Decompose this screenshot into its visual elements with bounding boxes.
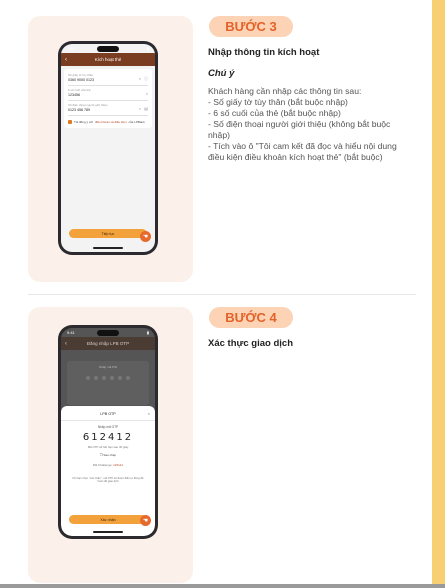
card-last6-value: 123456 xyxy=(68,93,80,97)
right-edge-strip xyxy=(432,0,445,588)
step3-description: Khách hàng cần nhập các thông tin sau: -… xyxy=(208,86,413,163)
pin-dot xyxy=(126,376,130,380)
confirm-button[interactable]: Xác nhận xyxy=(69,515,147,524)
activation-screen: 9:41 ▮ ‹ Kích hoạt thẻ Số giấy tờ tùy th… xyxy=(61,44,155,252)
pin-dot xyxy=(86,376,90,380)
consent-prefix: Tôi đồng ý với xyxy=(74,120,93,124)
otp-note: Khi bạn chọn "xác nhận", mã OTP sẽ được … xyxy=(72,476,144,484)
phone-notch xyxy=(97,46,119,52)
otp-label: Nhập mã OTP xyxy=(97,424,119,429)
otp-bottom-sheet: LPB OTP × Nhập mã OTP 612412 Mã OTP sẽ h… xyxy=(61,406,155,536)
referrer-phone-field[interactable]: Số điện thoại người giới thiệu 0123 456 … xyxy=(68,101,148,116)
otp-timer: Mã OTP sẽ hết hạn sau 30 giây xyxy=(87,444,129,449)
desc-line: - Số điện thoại người giới thiệu (không … xyxy=(208,119,391,140)
copy-label: Sao chép xyxy=(103,452,117,457)
card-last6-label: 6 số cuối của thẻ xyxy=(68,88,91,92)
activation-form: Số giấy tờ tùy thân 0360 9000 0123 × ⓘ 6… xyxy=(64,69,152,128)
bottom-edge-strip xyxy=(0,584,445,588)
step4-badge: BƯỚC 4 xyxy=(209,307,293,328)
clear-icon[interactable]: × xyxy=(139,106,141,111)
step3-badge: BƯỚC 3 xyxy=(209,16,293,37)
desc-line: - Tích vào ô "Tôi cam kết đã đọc và hiểu… xyxy=(208,141,397,162)
continue-button[interactable]: Tiếp tục xyxy=(69,229,147,238)
tap-hand-icon: ☚ xyxy=(140,515,151,526)
otp-sheet-title: LPB OTP xyxy=(100,412,116,416)
pin-dot xyxy=(94,376,98,380)
challenge-row: Mã Challenge: 123141 xyxy=(61,463,155,467)
consent-checkbox[interactable] xyxy=(68,120,72,124)
desc-line: - 6 số cuối của thẻ (bắt buộc nhập) xyxy=(208,108,341,118)
id-number-label: Số giấy tờ tùy thân xyxy=(68,73,94,77)
status-time: 9:41 xyxy=(67,330,75,335)
step3-title: Nhập thông tin kích hoạt xyxy=(208,47,320,58)
referrer-phone-label: Số điện thoại người giới thiệu xyxy=(68,103,108,107)
back-arrow-icon[interactable]: ‹ xyxy=(65,341,67,347)
phone-mockup-activation: 9:41 ▮ ‹ Kích hoạt thẻ Số giấy tờ tùy th… xyxy=(58,41,158,255)
section-divider xyxy=(28,294,416,295)
consent-suffix: của LPBank xyxy=(128,120,145,124)
pin-dot xyxy=(110,376,114,380)
step4-title: Xác thực giao dịch xyxy=(208,338,294,349)
copy-otp-button[interactable]: ❐ Sao chép xyxy=(61,453,155,457)
sheet-divider xyxy=(61,420,155,421)
close-icon[interactable]: × xyxy=(148,411,150,416)
battery-icon: ▮ xyxy=(146,330,149,335)
otp-screen: 9:41 ▮ ‹ Đăng nhập LPB OTP Nhập mã PIN L… xyxy=(61,328,155,536)
status-time: 9:41 xyxy=(67,46,75,51)
guide-page: 9:41 ▮ ‹ Kích hoạt thẻ Số giấy tờ tùy th… xyxy=(0,0,432,588)
otp-app-bar: ‹ Đăng nhập LPB OTP xyxy=(61,337,155,350)
otp-sheet-header: LPB OTP × xyxy=(61,406,155,416)
consent-row[interactable]: Tôi đồng ý với điều khoản và điều kiện c… xyxy=(68,116,148,126)
otp-screen-title: Đăng nhập LPB OTP xyxy=(86,341,130,346)
id-number-field[interactable]: Số giấy tờ tùy thân 0360 9000 0123 × ⓘ xyxy=(68,71,148,86)
step4-illustration-card: 9:41 ▮ ‹ Đăng nhập LPB OTP Nhập mã PIN L… xyxy=(28,307,193,583)
challenge-label: Mã Challenge: xyxy=(92,462,113,467)
info-icon[interactable]: ⓘ xyxy=(144,76,148,82)
tap-hand-icon: ☚ xyxy=(140,231,151,242)
phone-notch xyxy=(97,330,119,336)
clear-icon[interactable]: × xyxy=(139,76,141,81)
activation-screen-title: Kích hoạt thẻ xyxy=(94,57,122,62)
otp-code: 612412 xyxy=(82,431,134,443)
pin-entry-panel: Nhập mã PIN xyxy=(67,361,149,405)
home-indicator xyxy=(93,531,123,533)
clear-icon[interactable]: × xyxy=(146,91,148,96)
home-indicator xyxy=(93,247,123,249)
step3-illustration-card: 9:41 ▮ ‹ Kích hoạt thẻ Số giấy tờ tùy th… xyxy=(28,16,193,282)
pin-dot xyxy=(118,376,122,380)
contacts-icon[interactable]: ▤ xyxy=(144,106,148,111)
desc-line: Khách hàng cần nhập các thông tin sau: xyxy=(208,86,362,96)
back-arrow-icon[interactable]: ‹ xyxy=(65,57,67,63)
pin-prompt: Nhập mã PIN xyxy=(98,365,117,369)
referrer-phone-value: 0123 456 789 xyxy=(68,108,90,112)
terms-link[interactable]: điều khoản và điều kiện xyxy=(95,120,127,124)
step3-note-label: Chú ý xyxy=(208,68,235,79)
id-number-value: 0360 9000 0123 xyxy=(68,78,94,82)
desc-line: - Số giấy tờ tùy thân (bắt buộc nhập) xyxy=(208,97,348,107)
battery-icon: ▮ xyxy=(146,46,149,51)
activation-app-bar: ‹ Kích hoạt thẻ xyxy=(61,53,155,66)
pin-dot xyxy=(102,376,106,380)
card-last6-field[interactable]: 6 số cuối của thẻ 123456 × xyxy=(68,86,148,101)
challenge-value: 123141 xyxy=(113,462,124,467)
pin-dots xyxy=(67,376,149,380)
phone-mockup-otp: 9:41 ▮ ‹ Đăng nhập LPB OTP Nhập mã PIN L… xyxy=(58,325,158,539)
